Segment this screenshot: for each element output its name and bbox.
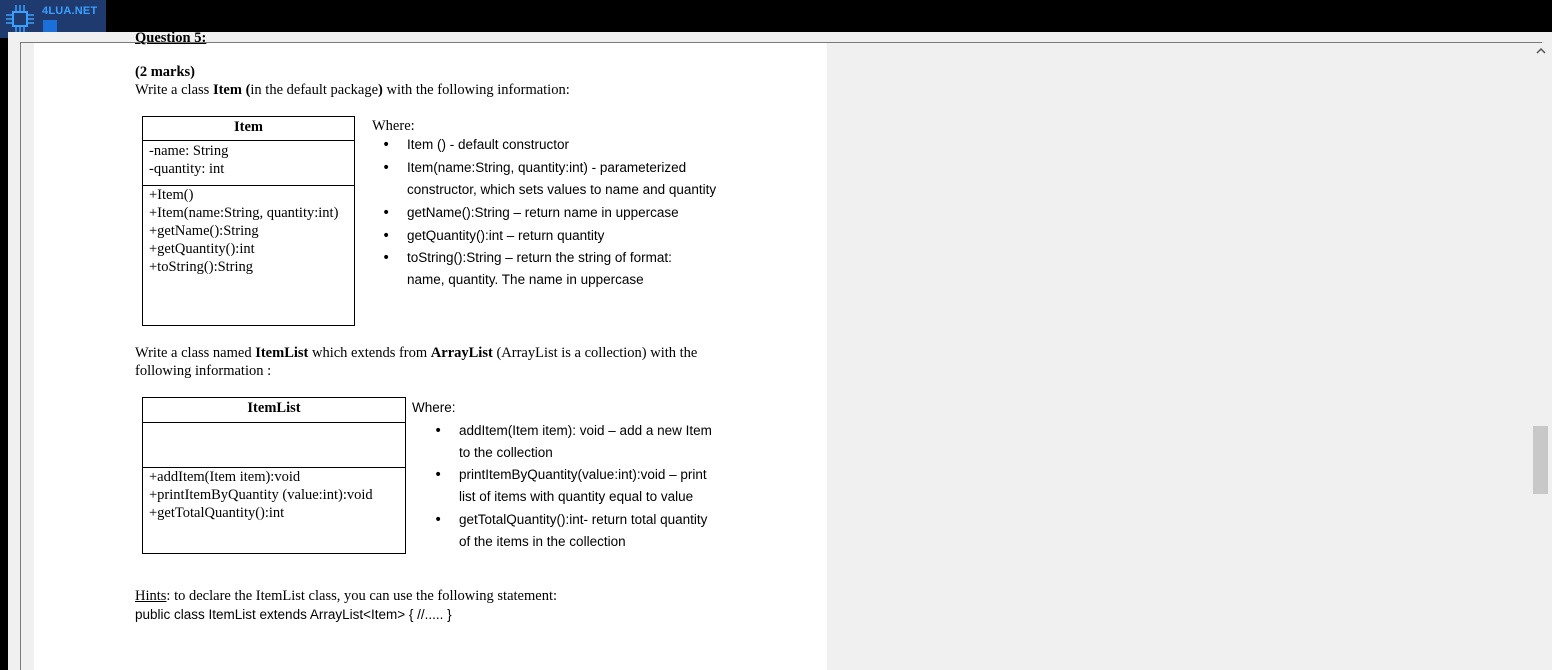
item-attribute: -quantity: int xyxy=(149,161,225,177)
bullet-icon: • xyxy=(434,467,443,483)
bullet-icon: • xyxy=(434,423,443,439)
marks-label: (2 marks) xyxy=(135,64,196,80)
scrollbar-thumb[interactable] xyxy=(1533,426,1548,494)
item-uml-box: Item -name: String -quantity: int +Item(… xyxy=(142,116,355,326)
logo-text: 4LUA.NET xyxy=(42,5,98,17)
itemlist-where-bullet-cont: list of items with quantity equal to val… xyxy=(459,489,694,504)
chevron-up-icon[interactable] xyxy=(1534,45,1548,57)
bullet-icon: • xyxy=(382,205,391,221)
item-where-bullet: getName():String – return name in upperc… xyxy=(407,205,679,220)
bullet-icon: • xyxy=(434,512,443,528)
item-method: +getName():String xyxy=(149,223,259,239)
item-where-bullet-cont: constructor, which sets values to name a… xyxy=(407,182,717,197)
itemlist-intro-line2: following information : xyxy=(135,363,272,379)
item-attribute: -name: String xyxy=(149,143,229,159)
item-where-bullet: toString():String – return the string of… xyxy=(407,250,672,265)
item-where-bullet: Item(name:String, quantity:int) - parame… xyxy=(407,160,687,175)
item-uml-title: Item xyxy=(234,119,263,135)
item-where-label: Where: xyxy=(372,118,415,134)
question-heading: Question 5: xyxy=(135,30,207,46)
itemlist-uml-box: ItemList +addItem(Item item):void +print… xyxy=(142,397,406,554)
item-where-bullet-cont: name, quantity. The name in uppercase xyxy=(407,272,644,287)
bullet-icon: • xyxy=(382,137,391,153)
document-viewer: Question 5: (2 marks) Write a class Item… xyxy=(8,30,1552,670)
itemlist-method: +addItem(Item item):void xyxy=(149,469,301,485)
item-method: +getQuantity():int xyxy=(149,241,255,257)
itemlist-where-label: Where: xyxy=(412,400,456,415)
itemlist-where-bullet: getTotalQuantity():int- return total qua… xyxy=(459,512,708,527)
item-intro: Write a class Item (in the default packa… xyxy=(135,82,570,98)
document-page: Question 5: (2 marks) Write a class Item… xyxy=(34,30,827,670)
bullet-icon: • xyxy=(382,228,391,244)
item-method: +toString():String xyxy=(149,259,254,275)
hints-code: public class ItemList extends ArrayList<… xyxy=(135,607,452,622)
itemlist-where-bullet-cont: of the items in the collection xyxy=(459,534,626,549)
hints-label: Hints xyxy=(135,588,167,604)
itemlist-uml-title: ItemList xyxy=(247,400,301,416)
bullet-icon: • xyxy=(382,250,391,266)
viewer-left-border xyxy=(20,42,21,670)
itemlist-where-bullet: addItem(Item item): void – add a new Ite… xyxy=(459,423,712,438)
itemlist-where-bullet-cont: to the collection xyxy=(459,445,553,460)
itemlist-method: +getTotalQuantity():int xyxy=(149,505,285,521)
item-method: +Item(name:String, quantity:int) xyxy=(149,205,339,221)
item-where-bullet: getQuantity():int – return quantity xyxy=(407,228,605,243)
circuit-chip-icon xyxy=(6,5,34,33)
hints-line: Hints: to declare the ItemList class, yo… xyxy=(135,588,558,604)
itemlist-method: +printItemByQuantity (value:int):void xyxy=(149,487,373,503)
bullet-icon: • xyxy=(382,160,391,176)
itemlist-intro: Write a class named ItemList which exten… xyxy=(135,345,698,361)
item-method: +Item() xyxy=(149,187,194,203)
itemlist-where-bullet: printItemByQuantity(value:int):void – pr… xyxy=(459,467,707,482)
item-where-bullet: Item () - default constructor xyxy=(407,137,570,152)
vertical-scrollbar[interactable] xyxy=(1530,43,1552,670)
